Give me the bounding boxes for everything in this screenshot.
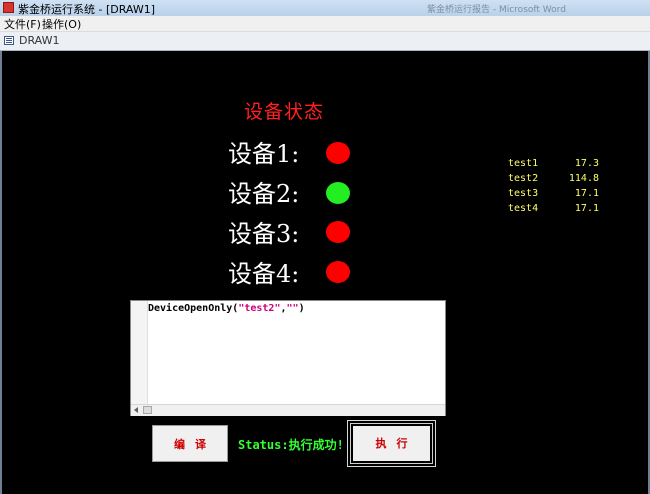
reading-value: 17.1 [574, 188, 599, 199]
reading-name: test2 [508, 173, 539, 184]
status-text: Status:执行成功! [238, 438, 344, 452]
tab-draw1[interactable]: DRAW1 [19, 34, 59, 47]
reading-value: 17.1 [574, 203, 599, 214]
device-3-label: 设备3: [228, 220, 300, 248]
code-function-name: DeviceOpenOnly [148, 303, 233, 314]
reading-name: test3 [508, 188, 539, 199]
menu-operate[interactable]: 操作(O) [42, 16, 81, 32]
device-4-label: 设备4: [228, 260, 300, 288]
document-tab-bar: DRAW1 [0, 32, 650, 51]
title-bar: 紫金桥运行系统 - [DRAW1] 紫金桥运行报告 - Microsoft Wo… [0, 0, 650, 16]
script-code-line[interactable]: DeviceOpenOnly("test2","") [148, 303, 305, 314]
device-4-status-indicator [326, 261, 350, 283]
frame-left-border [0, 51, 2, 494]
background-window-title: 紫金桥运行报告 - Microsoft Word [427, 5, 566, 15]
execute-button[interactable]: 执行 [350, 423, 433, 464]
menu-bar: 文件(F) 操作(O) [0, 16, 650, 32]
device-3-status-indicator [326, 221, 350, 243]
editor-gutter [131, 301, 148, 404]
scroll-left-arrow-icon[interactable] [132, 406, 141, 414]
device-2-status-indicator [326, 182, 350, 204]
reading-value: 17.3 [574, 158, 599, 169]
document-icon [4, 36, 14, 45]
device-status-title: 设备状态 [244, 101, 325, 123]
horizontal-scrollbar[interactable] [131, 404, 445, 416]
device-2-label: 设备2: [228, 180, 300, 208]
reading-value: 114.8 [568, 173, 599, 184]
reading-name: test1 [508, 158, 539, 169]
reading-name: test4 [508, 203, 539, 214]
window-title: 紫金桥运行系统 - [DRAW1] [18, 3, 156, 16]
compile-button[interactable]: 编译 [152, 425, 228, 462]
code-string-arg: "test2" [238, 303, 281, 314]
scrollbar-thumb[interactable] [143, 406, 152, 414]
script-editor[interactable]: DeviceOpenOnly("test2","") [130, 300, 446, 416]
code-string-arg: "" [286, 303, 299, 314]
device-1-label: 设备1: [228, 140, 300, 168]
device-1-status-indicator [326, 142, 350, 164]
app-icon [3, 2, 14, 13]
menu-file[interactable]: 文件(F) [4, 16, 41, 32]
drawing-canvas [0, 51, 650, 494]
code-close-paren: ) [298, 303, 305, 314]
